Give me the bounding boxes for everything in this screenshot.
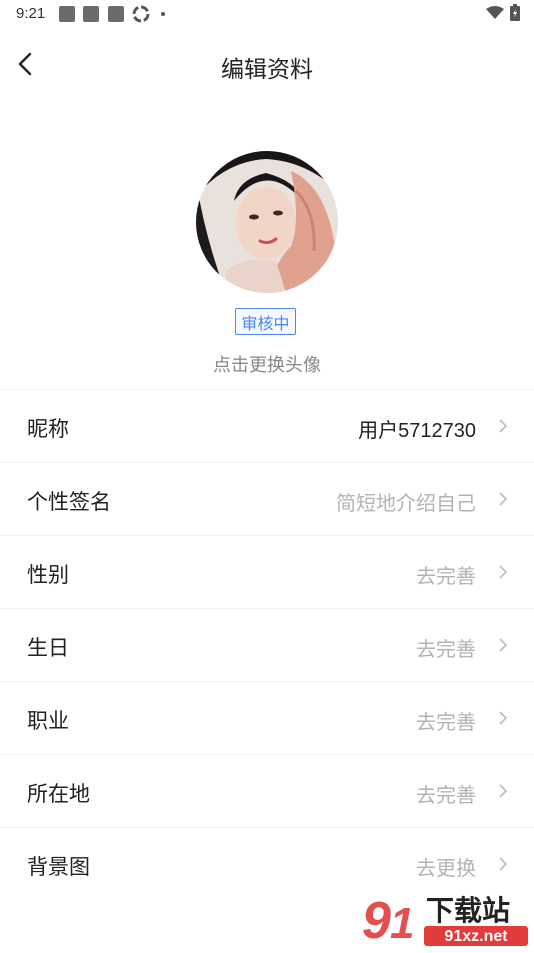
notification-icon bbox=[59, 6, 75, 22]
svg-text:1: 1 bbox=[390, 899, 414, 948]
row-value: 去更换 bbox=[416, 858, 476, 880]
page-title: 编辑资料 bbox=[221, 56, 313, 82]
status-bar: 9:21 bbox=[0, 0, 534, 28]
chevron-right-icon bbox=[499, 419, 508, 433]
row-value: 去完善 bbox=[416, 639, 476, 661]
wifi-icon bbox=[486, 5, 504, 25]
row-value: 简短地介绍自己 bbox=[336, 493, 476, 515]
profile-field-list: 昵称 用户5712730 个性签名 简短地介绍自己 性别 去完善 生日 去完善 … bbox=[0, 389, 534, 900]
row-occupation[interactable]: 职业 去完善 bbox=[0, 682, 534, 755]
svg-text:91xz.net: 91xz.net bbox=[444, 928, 508, 945]
review-status-badge: 审核中 bbox=[235, 308, 296, 335]
row-label: 所在地 bbox=[27, 783, 90, 806]
row-label: 背景图 bbox=[27, 856, 90, 879]
more-notifications-icon bbox=[161, 12, 165, 16]
notification-icon bbox=[108, 6, 124, 22]
row-value: 去完善 bbox=[416, 785, 476, 807]
row-location[interactable]: 所在地 去完善 bbox=[0, 755, 534, 828]
row-label: 昵称 bbox=[27, 418, 69, 441]
row-value: 用户5712730 bbox=[358, 420, 476, 442]
chevron-right-icon bbox=[499, 857, 508, 871]
svg-text:下载站: 下载站 bbox=[426, 894, 510, 927]
change-avatar-hint[interactable]: 点击更换头像 bbox=[0, 351, 534, 377]
chevron-right-icon bbox=[499, 492, 508, 506]
site-watermark: 9 1 下载站 91xz.net bbox=[360, 888, 530, 950]
row-label: 职业 bbox=[27, 710, 69, 733]
chevron-right-icon bbox=[499, 711, 508, 725]
svg-text:9: 9 bbox=[362, 892, 391, 948]
header: 编辑资料 bbox=[0, 36, 534, 92]
row-label: 生日 bbox=[27, 637, 69, 660]
row-value: 去完善 bbox=[416, 712, 476, 734]
status-time: 9:21 bbox=[16, 5, 46, 22]
row-gender[interactable]: 性别 去完善 bbox=[0, 536, 534, 609]
row-birthday[interactable]: 生日 去完善 bbox=[0, 609, 534, 682]
row-nickname[interactable]: 昵称 用户5712730 bbox=[0, 390, 534, 463]
notification-icon bbox=[83, 6, 99, 22]
row-label: 性别 bbox=[27, 564, 69, 587]
row-label: 个性签名 bbox=[27, 491, 111, 514]
row-value: 去完善 bbox=[416, 566, 476, 588]
chevron-right-icon bbox=[499, 565, 508, 579]
avatar[interactable] bbox=[196, 151, 338, 293]
chevron-right-icon bbox=[499, 784, 508, 798]
sync-icon bbox=[132, 5, 150, 28]
row-signature[interactable]: 个性签名 简短地介绍自己 bbox=[0, 463, 534, 536]
battery-icon bbox=[510, 4, 520, 26]
chevron-right-icon bbox=[499, 638, 508, 652]
